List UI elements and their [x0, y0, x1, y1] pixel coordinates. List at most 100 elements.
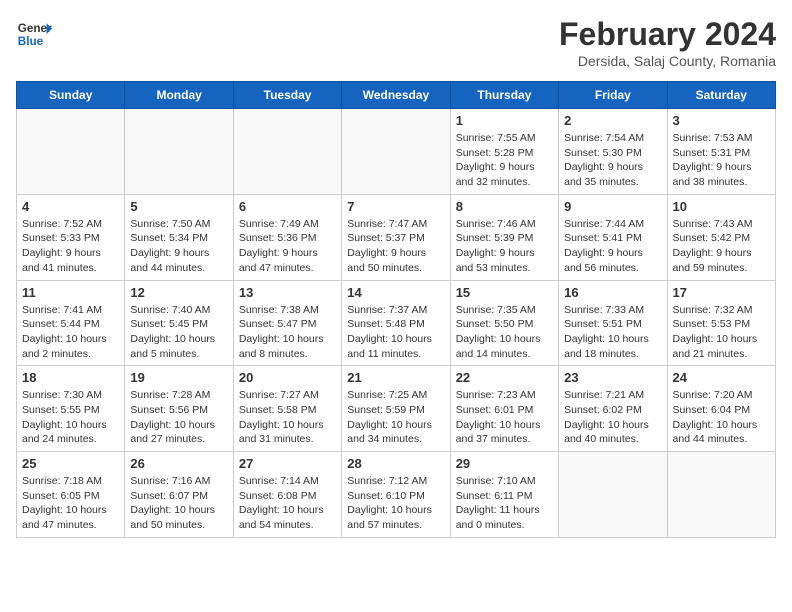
- day-cell-12: 12Sunrise: 7:40 AMSunset: 5:45 PMDayligh…: [125, 280, 233, 366]
- day-info: Sunrise: 7:18 AMSunset: 6:05 PMDaylight:…: [22, 474, 119, 533]
- day-header-friday: Friday: [559, 82, 667, 109]
- day-info: Sunrise: 7:30 AMSunset: 5:55 PMDaylight:…: [22, 388, 119, 447]
- day-info: Sunrise: 7:43 AMSunset: 5:42 PMDaylight:…: [673, 217, 770, 276]
- location: Dersida, Salaj County, Romania: [559, 53, 776, 69]
- day-cell-9: 9 Sunrise: 7:44 AMSunset: 5:41 PMDaylight…: [559, 194, 667, 280]
- day-info: Sunrise: 7:52 AMSunset: 5:33 PMDaylight:…: [22, 217, 119, 276]
- day-number: 13: [239, 285, 336, 300]
- calendar: SundayMondayTuesdayWednesdayThursdayFrid…: [16, 81, 776, 538]
- day-info: Sunrise: 7:44 AMSunset: 5:41 PMDaylight:…: [564, 217, 661, 276]
- day-number: 20: [239, 370, 336, 385]
- day-headers: SundayMondayTuesdayWednesdayThursdayFrid…: [17, 82, 776, 109]
- day-info: Sunrise: 7:33 AMSunset: 5:51 PMDaylight:…: [564, 303, 661, 362]
- day-header-monday: Monday: [125, 82, 233, 109]
- day-cell-27: 27 Sunrise: 7:14 AMSunset: 6:08 PMDayligh…: [233, 452, 341, 538]
- day-cell-23: 23 Sunrise: 7:21 AMSunset: 6:02 PMDayligh…: [559, 366, 667, 452]
- day-cell-15: 15 Sunrise: 7:35 AMSunset: 5:50 PMDayligh…: [450, 280, 558, 366]
- day-info: Sunrise: 7:55 AMSunset: 5:28 PMDaylight:…: [456, 131, 553, 190]
- day-number: 18: [22, 370, 119, 385]
- day-number: 12: [130, 285, 227, 300]
- day-cell-6: 6Sunrise: 7:49 AMSunset: 5:36 PMDaylight…: [233, 194, 341, 280]
- day-number: 1: [456, 113, 553, 128]
- day-number: 29: [456, 456, 553, 471]
- day-info: Sunrise: 7:47 AMSunset: 5:37 PMDaylight:…: [347, 217, 444, 276]
- day-cell-21: 21 Sunrise: 7:25 AMSunset: 5:59 PMDayligh…: [342, 366, 450, 452]
- empty-cell: [17, 109, 125, 195]
- day-info: Sunrise: 7:20 AMSunset: 6:04 PMDaylight:…: [673, 388, 770, 447]
- day-cell-5: 5 Sunrise: 7:50 AMSunset: 5:34 PMDaylight…: [125, 194, 233, 280]
- day-info: Sunrise: 7:37 AMSunset: 5:48 PMDaylight:…: [347, 303, 444, 362]
- day-info: Sunrise: 7:54 AMSunset: 5:30 PMDaylight:…: [564, 131, 661, 190]
- day-number: 2: [564, 113, 661, 128]
- day-number: 16: [564, 285, 661, 300]
- day-number: 23: [564, 370, 661, 385]
- day-header-sunday: Sunday: [17, 82, 125, 109]
- day-cell-11: 11Sunrise: 7:41 AMSunset: 5:44 PMDayligh…: [17, 280, 125, 366]
- day-info: Sunrise: 7:38 AMSunset: 5:47 PMDaylight:…: [239, 303, 336, 362]
- logo: General Blue: [16, 16, 52, 52]
- day-cell-14: 14 Sunrise: 7:37 AMSunset: 5:48 PMDayligh…: [342, 280, 450, 366]
- day-header-tuesday: Tuesday: [233, 82, 341, 109]
- day-info: Sunrise: 7:27 AMSunset: 5:58 PMDaylight:…: [239, 388, 336, 447]
- day-cell-24: 24 Sunrise: 7:20 AMSunset: 6:04 PMDayligh…: [667, 366, 775, 452]
- day-cell-13: 13 Sunrise: 7:38 AMSunset: 5:47 PMDayligh…: [233, 280, 341, 366]
- day-info: Sunrise: 7:49 AMSunset: 5:36 PMDaylight:…: [239, 217, 336, 276]
- day-info: Sunrise: 7:50 AMSunset: 5:34 PMDaylight:…: [130, 217, 227, 276]
- week-row-4: 25 Sunrise: 7:18 AMSunset: 6:05 PMDayligh…: [17, 452, 776, 538]
- week-row-3: 18 Sunrise: 7:30 AMSunset: 5:55 PMDayligh…: [17, 366, 776, 452]
- day-info: Sunrise: 7:21 AMSunset: 6:02 PMDaylight:…: [564, 388, 661, 447]
- day-info: Sunrise: 7:28 AMSunset: 5:56 PMDaylight:…: [130, 388, 227, 447]
- day-header-wednesday: Wednesday: [342, 82, 450, 109]
- day-number: 21: [347, 370, 444, 385]
- day-info: Sunrise: 7:12 AMSunset: 6:10 PMDaylight:…: [347, 474, 444, 533]
- day-number: 10: [673, 199, 770, 214]
- day-cell-16: 16 Sunrise: 7:33 AMSunset: 5:51 PMDayligh…: [559, 280, 667, 366]
- day-number: 25: [22, 456, 119, 471]
- day-number: 22: [456, 370, 553, 385]
- day-number: 17: [673, 285, 770, 300]
- month-title: February 2024: [559, 16, 776, 53]
- day-number: 8: [456, 199, 553, 214]
- day-number: 24: [673, 370, 770, 385]
- day-info: Sunrise: 7:35 AMSunset: 5:50 PMDaylight:…: [456, 303, 553, 362]
- week-row-0: 1 Sunrise: 7:55 AMSunset: 5:28 PMDaylight…: [17, 109, 776, 195]
- day-number: 4: [22, 199, 119, 214]
- day-info: Sunrise: 7:46 AMSunset: 5:39 PMDaylight:…: [456, 217, 553, 276]
- day-number: 5: [130, 199, 227, 214]
- page-header: General Blue February 2024 Dersida, Sala…: [16, 16, 776, 69]
- day-info: Sunrise: 7:16 AMSunset: 6:07 PMDaylight:…: [130, 474, 227, 533]
- week-row-2: 11Sunrise: 7:41 AMSunset: 5:44 PMDayligh…: [17, 280, 776, 366]
- day-info: Sunrise: 7:10 AMSunset: 6:11 PMDaylight:…: [456, 474, 553, 533]
- day-cell-18: 18 Sunrise: 7:30 AMSunset: 5:55 PMDayligh…: [17, 366, 125, 452]
- day-cell-7: 7 Sunrise: 7:47 AMSunset: 5:37 PMDaylight…: [342, 194, 450, 280]
- day-header-saturday: Saturday: [667, 82, 775, 109]
- title-block: February 2024 Dersida, Salaj County, Rom…: [559, 16, 776, 69]
- day-cell-4: 4 Sunrise: 7:52 AMSunset: 5:33 PMDaylight…: [17, 194, 125, 280]
- day-info: Sunrise: 7:14 AMSunset: 6:08 PMDaylight:…: [239, 474, 336, 533]
- svg-text:Blue: Blue: [18, 35, 44, 48]
- day-number: 11: [22, 285, 119, 300]
- day-info: Sunrise: 7:25 AMSunset: 5:59 PMDaylight:…: [347, 388, 444, 447]
- day-cell-2: 2 Sunrise: 7:54 AMSunset: 5:30 PMDaylight…: [559, 109, 667, 195]
- day-header-thursday: Thursday: [450, 82, 558, 109]
- day-cell-10: 10 Sunrise: 7:43 AMSunset: 5:42 PMDayligh…: [667, 194, 775, 280]
- day-cell-28: 28 Sunrise: 7:12 AMSunset: 6:10 PMDayligh…: [342, 452, 450, 538]
- day-number: 15: [456, 285, 553, 300]
- day-number: 3: [673, 113, 770, 128]
- day-cell-17: 17Sunrise: 7:32 AMSunset: 5:53 PMDayligh…: [667, 280, 775, 366]
- week-row-1: 4 Sunrise: 7:52 AMSunset: 5:33 PMDaylight…: [17, 194, 776, 280]
- empty-cell: [559, 452, 667, 538]
- day-number: 14: [347, 285, 444, 300]
- day-number: 28: [347, 456, 444, 471]
- day-number: 7: [347, 199, 444, 214]
- empty-cell: [667, 452, 775, 538]
- day-cell-26: 26Sunrise: 7:16 AMSunset: 6:07 PMDayligh…: [125, 452, 233, 538]
- empty-cell: [342, 109, 450, 195]
- day-number: 9: [564, 199, 661, 214]
- day-cell-25: 25 Sunrise: 7:18 AMSunset: 6:05 PMDayligh…: [17, 452, 125, 538]
- day-cell-8: 8 Sunrise: 7:46 AMSunset: 5:39 PMDaylight…: [450, 194, 558, 280]
- day-number: 27: [239, 456, 336, 471]
- day-info: Sunrise: 7:53 AMSunset: 5:31 PMDaylight:…: [673, 131, 770, 190]
- day-cell-29: 29 Sunrise: 7:10 AMSunset: 6:11 PMDayligh…: [450, 452, 558, 538]
- day-info: Sunrise: 7:23 AMSunset: 6:01 PMDaylight:…: [456, 388, 553, 447]
